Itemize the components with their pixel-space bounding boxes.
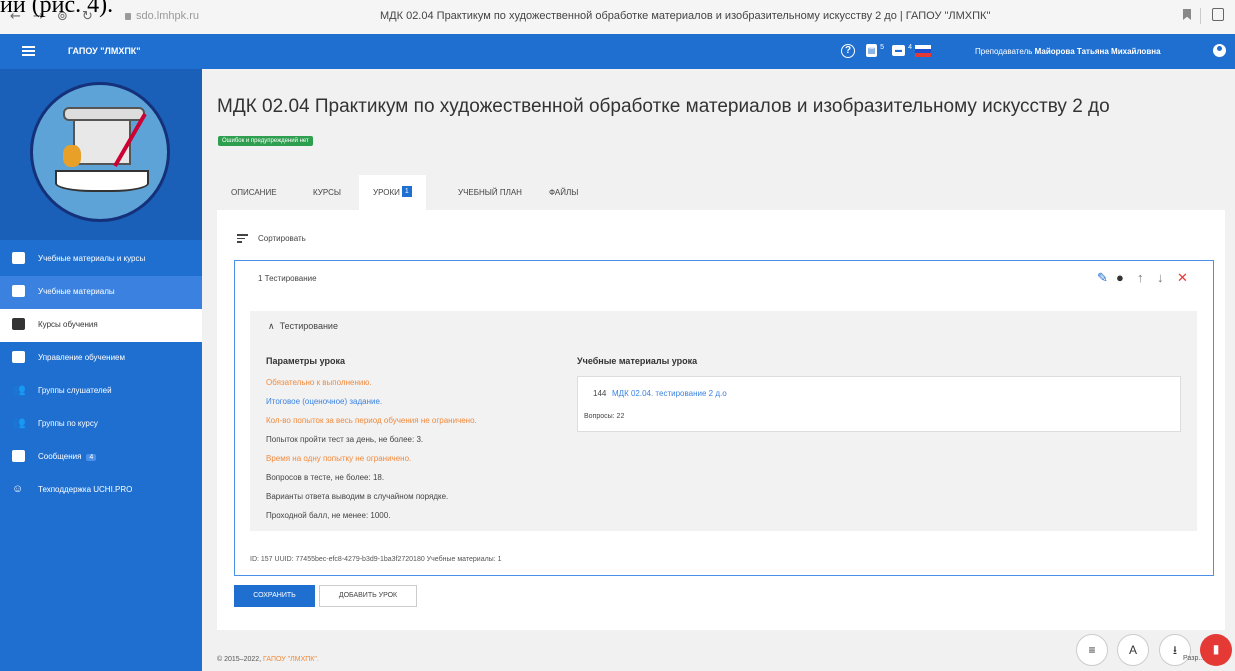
arrow-down-icon[interactable]: ↓: [1157, 271, 1164, 285]
people-icon: 👥: [12, 384, 26, 396]
arrow-up-icon[interactable]: ↑: [1137, 271, 1144, 285]
menu-icon[interactable]: [22, 46, 35, 56]
sidebar-item-label: Сообщения 4: [38, 452, 97, 461]
sort-button[interactable]: Сортировать: [258, 234, 306, 243]
status-badge: Ошибок и предупреждений нет: [218, 136, 313, 146]
address-bar[interactable]: sdo.lmhpk.ru: [125, 10, 199, 22]
extensions-icon[interactable]: [1212, 8, 1224, 21]
sidebar-item-listener-groups[interactable]: 👥 Группы слушателей: [0, 375, 202, 408]
people-icon: 👥: [12, 417, 26, 429]
messages-badge: 4: [86, 454, 97, 461]
lesson-meta: ID: 157 UUID: 77455bec-efc8-4279-b3d9-1b…: [250, 556, 502, 563]
material-id: 144: [593, 389, 607, 398]
materials-icon: [12, 252, 25, 264]
sidebar-item-management[interactable]: Управление обучением: [0, 342, 202, 375]
avatar-icon[interactable]: [1213, 44, 1226, 57]
bookmark-icon[interactable]: [1183, 9, 1191, 20]
param-attempts-total: Кол-во попыток за весь период обучения н…: [266, 416, 477, 425]
messages-icon[interactable]: ▬ 4: [892, 44, 912, 56]
sidebar-item-label: Группы по курсу: [38, 419, 98, 428]
separator: [1200, 8, 1201, 24]
user-name: Майорова Татьяна Михайловна: [1034, 47, 1161, 56]
sidebar-item-label: Техподдержка UCHI.PRO: [38, 485, 133, 494]
param-final: Итоговое (оценочное) задание.: [266, 397, 383, 406]
app-header: ГАПОУ "ЛМХПК" ? ▤ 5 ▬ 4 Преподаватель Майо…: [0, 34, 1235, 69]
delete-icon[interactable]: ✕: [1177, 271, 1188, 285]
param-time: Время на одну попытку не ограничено.: [266, 454, 412, 463]
support-icon: ☺: [12, 483, 24, 495]
param-pass-score: Проходной балл, не менее: 1000.: [266, 511, 391, 520]
chevron-up-icon: ∧: [268, 321, 275, 331]
courses-icon: [12, 318, 25, 330]
sidebar-item-label: Учебные материалы и курсы: [38, 254, 146, 263]
sort-icon[interactable]: [237, 234, 248, 243]
lesson-title: 1 Тестирование: [258, 274, 317, 283]
documents-count: 5: [880, 44, 884, 51]
help-icon[interactable]: ?: [841, 44, 855, 58]
tab-description[interactable]: ОПИСАНИЕ: [217, 175, 291, 211]
save-button[interactable]: СОХРАНИТЬ: [234, 585, 315, 607]
sidebar-item-label: Управление обучением: [38, 353, 126, 362]
param-random: Варианты ответа выводим в случайном поря…: [266, 492, 449, 501]
lessons-badge: 1: [401, 186, 412, 197]
language-flag-icon[interactable]: [915, 45, 931, 57]
user-info[interactable]: Преподаватель Майорова Татьяна Михайловн…: [975, 47, 1161, 56]
footer-org-link[interactable]: ГАПОУ "ЛМХПК".: [263, 656, 319, 663]
trash-icon[interactable]: ▮: [1200, 634, 1232, 666]
params-title: Параметры урока: [266, 356, 346, 366]
sidebar-item-courses[interactable]: Курсы обучения: [0, 309, 202, 342]
message-icon: [12, 450, 25, 462]
material-link[interactable]: МДК 02.04. тестирование 2 д.о: [612, 389, 727, 398]
sidebar-item-label: Учебные материалы: [38, 287, 115, 296]
page-title: МДК 02.04 Практикум по художественной об…: [217, 96, 1110, 117]
tab-courses[interactable]: КУРСЫ: [299, 175, 355, 211]
college-logo: [30, 82, 170, 222]
tab-lessons[interactable]: УРОКИ 1: [359, 175, 426, 211]
lock-icon: [125, 13, 131, 20]
tab-files[interactable]: ФАЙЛЫ: [535, 175, 592, 211]
browser-bar: ← → ⊚ ↻ sdo.lmhpk.ru МДК 02.04 Практикум…: [0, 0, 1235, 35]
param-questions: Вопросов в тесте, не более: 18.: [266, 473, 385, 482]
edit-icon[interactable]: ✎: [1097, 271, 1108, 285]
spellcheck-icon[interactable]: A: [1117, 634, 1149, 666]
sidebar-item-messages[interactable]: Сообщения 4: [0, 441, 202, 474]
messages-count: 4: [908, 44, 912, 51]
sidebar-item-label: Курсы обучения: [38, 320, 98, 329]
footer: © 2015–2022, ГАПОУ "ЛМХПК".: [217, 656, 319, 663]
param-attempts-day: Попыток пройти тест за день, не более: 3…: [266, 435, 424, 444]
materials-icon: [12, 285, 25, 297]
param-required: Обязательно к выполнению.: [266, 378, 372, 387]
clipboard-icon: [12, 351, 25, 363]
sidebar-item-materials-and-courses[interactable]: Учебные материалы и курсы: [0, 243, 202, 276]
add-lesson-button[interactable]: ДОБАВИТЬ УРОК: [319, 585, 417, 607]
brand-name[interactable]: ГАПОУ "ЛМХПК": [68, 46, 141, 56]
document-caption: ии (рис. 4).: [0, 0, 114, 18]
material-card: [577, 376, 1181, 432]
sidebar-item-materials[interactable]: Учебные материалы: [0, 276, 202, 309]
browser-tab-title: МДК 02.04 Практикум по художественной об…: [380, 10, 991, 22]
sidebar-item-support[interactable]: ☺ Техподдержка UCHI.PRO: [0, 474, 202, 507]
tab-study-plan[interactable]: УЧЕБНЫЙ ПЛАН: [444, 175, 536, 211]
user-role: Преподаватель: [975, 47, 1033, 56]
section-toggle[interactable]: ∧ Тестирование: [268, 321, 338, 332]
eye-icon[interactable]: ●: [1116, 271, 1124, 285]
list-icon[interactable]: ≡: [1076, 634, 1108, 666]
documents-icon[interactable]: ▤ 5: [866, 44, 884, 57]
sidebar-item-course-groups[interactable]: 👥 Группы по курсу: [0, 408, 202, 441]
sidebar-item-label: Группы слушателей: [38, 386, 112, 395]
materials-title: Учебные материалы урока: [577, 356, 698, 366]
material-questions: Вопросы: 22: [584, 413, 625, 420]
